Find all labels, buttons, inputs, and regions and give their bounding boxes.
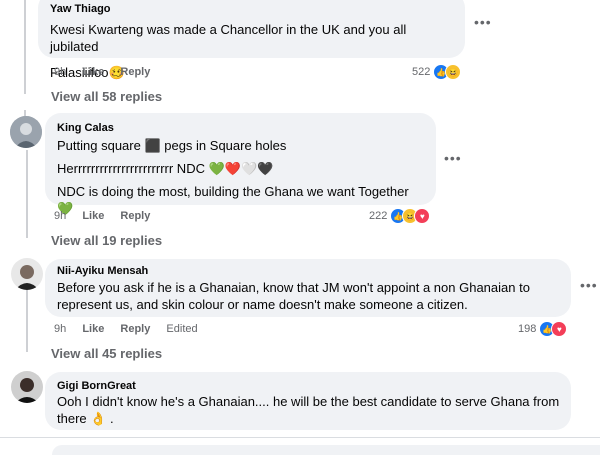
comment-actions: 9h Like Reply Edited (54, 323, 211, 335)
love-reaction-icon: ♥ (551, 321, 568, 337)
reaction-summary[interactable]: 198 👍 ♥ (518, 321, 568, 337)
next-comment-edge (52, 445, 600, 455)
haha-reaction-icon: 😆 (445, 64, 462, 80)
comment-text: Putting square ⬛ pegs in Square holes (57, 138, 287, 153)
comment-text: Herrrrrrrrrrrrrrrrrrrrrrr NDC 💚❤️🤍🖤 (57, 161, 274, 176)
comment-author[interactable]: King Calas (57, 121, 424, 135)
more-options-icon[interactable]: ••• (444, 150, 462, 166)
comment-bubble: Nii-Ayiku Mensah Before you ask if he is… (45, 259, 571, 317)
edited-label[interactable]: Edited (166, 323, 197, 335)
view-replies-link[interactable]: View all 19 replies (51, 233, 162, 248)
divider (0, 437, 600, 438)
avatar[interactable] (11, 371, 43, 403)
comment-time[interactable]: 9h (54, 66, 66, 78)
reaction-count: 522 (412, 66, 431, 78)
reply-button[interactable]: Reply (120, 210, 150, 222)
comment-author[interactable]: Yaw Thiago (50, 2, 453, 16)
comment-actions: 9h Like Reply (54, 210, 163, 222)
reply-button[interactable]: Reply (120, 323, 150, 335)
comment-time[interactable]: 9h (54, 210, 66, 222)
avatar-image (10, 116, 42, 148)
comment-author[interactable]: Gigi BornGreat (57, 379, 559, 393)
comment-bubble: Gigi BornGreat Ooh I didn't know he's a … (45, 372, 571, 430)
avatar[interactable] (11, 258, 43, 290)
thread-line (24, 0, 26, 94)
love-reaction-icon: ♥ (414, 208, 431, 224)
comment-bubble: Yaw Thiago Kwesi Kwarteng was made a Cha… (38, 0, 465, 80)
more-options-icon[interactable]: ••• (474, 14, 492, 30)
reply-button[interactable]: Reply (120, 66, 150, 78)
thread-line (26, 150, 28, 238)
comment-bubble: King Calas Putting square ⬛ pegs in Squa… (45, 113, 436, 216)
comment-author[interactable]: Nii-Ayiku Mensah (57, 264, 559, 278)
comment-text: Before you ask if he is a Ghanaian, know… (57, 280, 530, 312)
comment-text: Ooh I didn't know he's a Ghanaian.... he… (57, 394, 560, 426)
avatar-image (11, 258, 43, 290)
view-replies-link[interactable]: View all 45 replies (51, 346, 162, 361)
thread-line (26, 286, 28, 352)
more-options-icon[interactable]: ••• (580, 277, 598, 293)
view-replies-link[interactable]: View all 58 replies (51, 89, 162, 104)
comment-time[interactable]: 9h (54, 323, 66, 335)
reaction-count: 222 (369, 210, 388, 222)
avatar[interactable] (10, 116, 42, 148)
reaction-summary[interactable]: 522 👍 😆 (412, 64, 462, 80)
like-button[interactable]: Like (82, 210, 104, 222)
avatar-image (11, 371, 43, 403)
reaction-count: 198 (518, 323, 537, 335)
comment-text: Kwesi Kwarteng was made a Chancellor in … (50, 22, 407, 54)
like-button[interactable]: Like (82, 66, 104, 78)
like-button[interactable]: Like (82, 323, 104, 335)
reaction-summary[interactable]: 222 👍 😆 ♥ (369, 208, 431, 224)
comment-actions: 9h Like Reply (54, 66, 163, 78)
